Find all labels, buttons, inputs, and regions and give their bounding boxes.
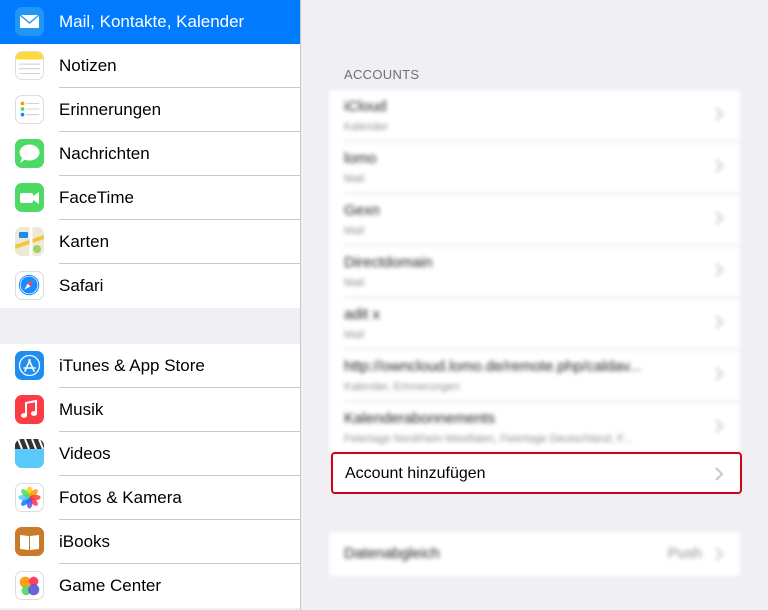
account-title: http://owncloud.lomo.de/remote.php/calda… xyxy=(344,358,642,375)
game-center-icon xyxy=(15,571,44,600)
sidebar-item-safari[interactable]: Safari xyxy=(0,264,300,308)
account-subtitle: Kalender, Erinnerungen xyxy=(344,381,460,393)
sidebar-item-itunes-app-store[interactable]: iTunes & App Store xyxy=(0,344,300,388)
account-subtitle: Mail xyxy=(344,173,365,185)
fetch-new-data-label: Datenabgleich xyxy=(344,545,440,562)
account-title: lomo xyxy=(344,150,377,167)
account-title: Kalenderabonnements xyxy=(344,410,495,427)
sidebar-item-facetime[interactable]: FaceTime xyxy=(0,176,300,220)
sidebar-item-label: Safari xyxy=(59,276,104,295)
fetch-new-data-row[interactable]: Datenabgleich Push xyxy=(329,532,740,576)
sidebar-item-karten[interactable]: Karten xyxy=(0,220,300,264)
sidebar-group-apps-1: Mail, Kontakte, Kalender Notizen Erinner… xyxy=(0,0,300,308)
videos-icon xyxy=(15,439,44,468)
account-row[interactable]: Gexn Mail xyxy=(329,194,740,246)
account-subtitle: Feiertage Nordrhein-Westfalen, Feiertage… xyxy=(344,433,632,445)
account-row[interactable]: Kalenderabonnements Feiertage Nordrhein-… xyxy=(329,402,740,454)
sidebar-item-nachrichten[interactable]: Nachrichten xyxy=(0,132,300,176)
chevron-right-icon xyxy=(715,547,724,561)
chevron-right-icon xyxy=(715,211,724,225)
chevron-right-icon xyxy=(715,367,724,381)
chevron-right-icon xyxy=(715,419,724,433)
sidebar-item-game-center[interactable]: Game Center xyxy=(0,564,300,608)
chevron-right-icon xyxy=(715,107,724,121)
chevron-right-icon xyxy=(715,263,724,277)
music-icon xyxy=(15,395,44,424)
mail-settings-detail: ACCOUNTS iCloud Kalender lomo Mail Gexn … xyxy=(301,0,768,610)
add-account-button[interactable]: Account hinzufügen xyxy=(331,452,742,494)
sidebar-item-erinnerungen[interactable]: Erinnerungen xyxy=(0,88,300,132)
safari-icon xyxy=(15,271,44,300)
account-row[interactable]: adit x Mail xyxy=(329,298,740,350)
accounts-section-header: ACCOUNTS xyxy=(344,67,420,82)
sidebar-item-label: iBooks xyxy=(59,532,111,551)
sidebar-item-label: Musik xyxy=(59,400,104,419)
account-subtitle: Mail xyxy=(344,277,365,289)
photos-icon xyxy=(15,483,44,512)
sidebar-item-fotos-kamera[interactable]: Fotos & Kamera xyxy=(0,476,300,520)
sidebar-item-label: Karten xyxy=(59,232,110,251)
sidebar-item-musik[interactable]: Musik xyxy=(0,388,300,432)
sidebar-item-label: Game Center xyxy=(59,576,162,595)
mail-icon xyxy=(15,7,44,36)
sidebar-item-ibooks[interactable]: iBooks xyxy=(0,520,300,564)
messages-icon xyxy=(15,139,44,168)
chevron-right-icon xyxy=(715,467,724,481)
sidebar-item-mail-kontakte-kalender[interactable]: Mail, Kontakte, Kalender xyxy=(0,0,300,44)
account-subtitle: Mail xyxy=(344,225,365,237)
account-title: iCloud xyxy=(344,98,387,115)
account-row[interactable]: iCloud Kalender xyxy=(329,90,740,142)
fetch-new-data-value: Push xyxy=(667,545,702,562)
sidebar-item-label: iTunes & App Store xyxy=(59,356,205,375)
account-row[interactable]: Directdomain Mail xyxy=(329,246,740,298)
account-row[interactable]: lomo Mail xyxy=(329,142,740,194)
sidebar-item-label: Videos xyxy=(59,444,111,463)
sidebar-item-videos[interactable]: Videos xyxy=(0,432,300,476)
sidebar-item-label: Mail, Kontakte, Kalender xyxy=(59,12,245,31)
reminders-icon xyxy=(15,95,44,124)
sidebar-item-label: Erinnerungen xyxy=(59,100,162,119)
account-row[interactable]: http://owncloud.lomo.de/remote.php/calda… xyxy=(329,350,740,402)
account-title: Gexn xyxy=(344,202,380,219)
account-subtitle: Kalender xyxy=(344,121,389,133)
account-title: Directdomain xyxy=(344,254,433,271)
sidebar-group-apps-2: iTunes & App Store Musik Videos Fotos & … xyxy=(0,344,300,608)
add-account-label: Account hinzufügen xyxy=(345,465,486,482)
maps-icon xyxy=(15,227,44,256)
settings-sidebar: Mail, Kontakte, Kalender Notizen Erinner… xyxy=(0,0,301,610)
app-store-icon xyxy=(15,351,44,380)
sidebar-item-label: Fotos & Kamera xyxy=(59,488,182,507)
accounts-list: iCloud Kalender lomo Mail Gexn Mail Dire… xyxy=(329,90,740,454)
account-subtitle: Mail xyxy=(344,329,365,341)
notes-icon xyxy=(15,51,44,80)
facetime-icon xyxy=(15,183,44,212)
sidebar-item-label: FaceTime xyxy=(59,188,134,207)
sidebar-item-label: Nachrichten xyxy=(59,144,150,163)
ibooks-icon xyxy=(15,527,44,556)
sidebar-item-notizen[interactable]: Notizen xyxy=(0,44,300,88)
chevron-right-icon xyxy=(715,159,724,173)
account-title: adit x xyxy=(344,306,380,323)
chevron-right-icon xyxy=(715,315,724,329)
sidebar-item-label: Notizen xyxy=(59,56,117,75)
